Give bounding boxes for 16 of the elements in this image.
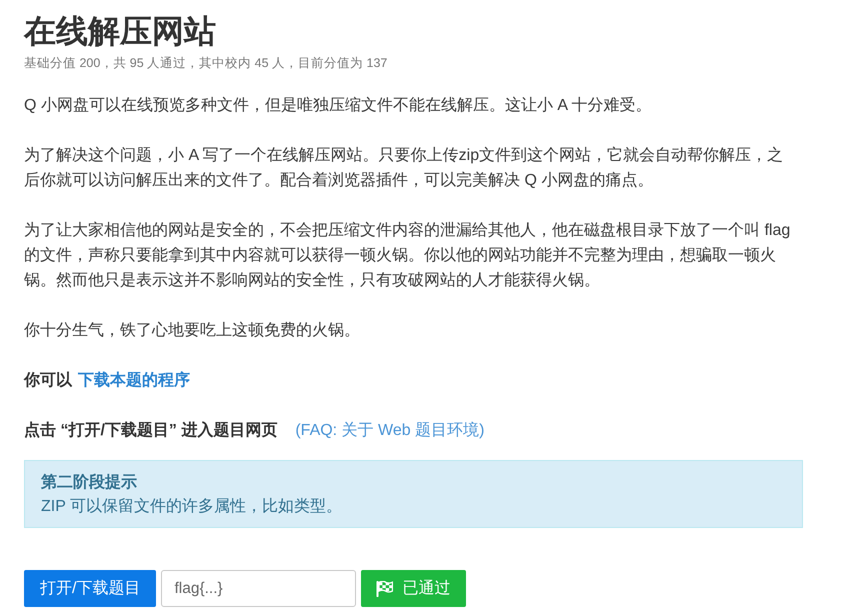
checkered-flag-icon — [376, 580, 394, 596]
passed-button[interactable]: 已通过 — [361, 570, 466, 607]
faq-link[interactable]: (FAQ: 关于 Web 题目环境) — [295, 422, 484, 439]
instruction-text: 点击 “打开/下载题目” 进入题目网页 — [24, 422, 278, 439]
open-challenge-button[interactable]: 打开/下载题目 — [24, 570, 156, 607]
score-info: 基础分值 200，共 95 人通过，其中校内 45 人，目前分值为 137 — [24, 55, 388, 72]
download-link[interactable]: 下载本题的程序 — [78, 372, 190, 389]
hint-text: ZIP 可以保留文件的许多属性，比如类型。 — [41, 496, 342, 517]
story-paragraph: 你十分生气，铁了心地要吃上这顿免费的火锅。 — [24, 320, 360, 341]
story-paragraph: 为了解决这个问题，小 A 写了一个在线解压网站。只要你上传zip文件到这个网站，它就会自动帮你解压，之后你就可以访问解压出来的文件了。配合着浏览器插件，可以完美解决 Q 小网盘的痛点。 — [24, 146, 784, 191]
story-paragraph: 为了让大家相信他的网站是安全的，不会把压缩文件内容的泄漏给其他人，他在磁盘根目录下放了一个叫 flag 的文件，声称只要能拿到其中内容就可以获得一顿火锅。你以他的网站功能并不完整为理由，想骗取一顿火锅。然而他只是表示这并不影响网站的安全性，只有攻破网站的人才能获得火锅。 — [24, 220, 792, 291]
hint-title: 第二阶段提示 — [41, 472, 137, 493]
flag-input[interactable]: flag{...} — [161, 570, 356, 607]
page-title: 在线解压网站 — [24, 12, 216, 51]
download-prompt: 你可以 — [24, 372, 72, 389]
story-paragraph: Q 小网盘可以在线预览多种文件，但是唯独压缩文件不能在线解压。这让小 A 十分难受。 — [24, 96, 652, 116]
